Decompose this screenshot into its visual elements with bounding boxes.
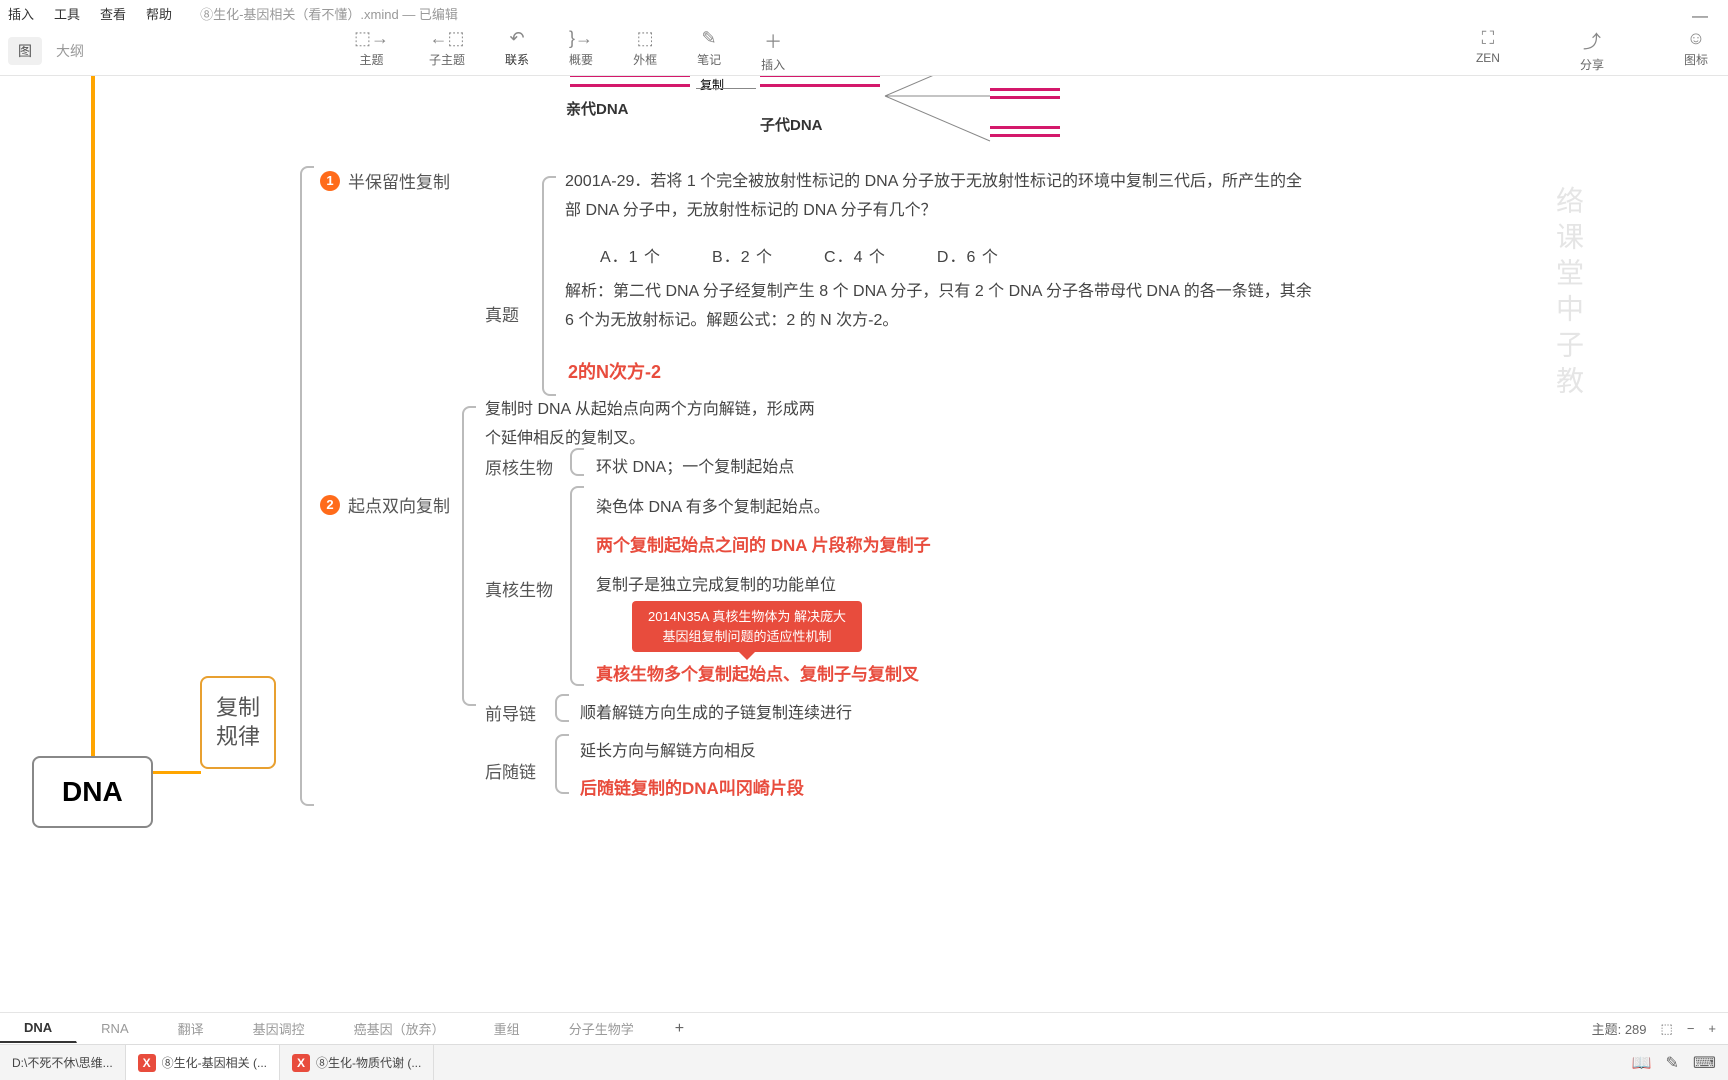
annotation-callout[interactable]: 2014N35A 真核生物体为 解决庞大基因组复制问题的适应性机制 [632, 601, 862, 652]
menu-help[interactable]: 帮助 [146, 4, 172, 23]
relation-icon: ↶ [509, 28, 524, 49]
question-options[interactable]: A．1 个 B．2 个 C．4 个 D．6 个 [600, 244, 1300, 273]
sheet-tabs: DNA RNA 翻译 基因调控 癌基因（放弃） 重组 分子生物学 + 主题: 2… [0, 1012, 1728, 1044]
file-title: ⑧生化-基因相关（看不懂）.xmind — 已编辑 [200, 4, 458, 23]
eu-sub1[interactable]: 染色体 DNA 有多个复制起始点。 [596, 494, 830, 523]
node-lagging[interactable]: 后随链 [485, 758, 536, 783]
xmind-icon: X [292, 1054, 310, 1072]
question-answer[interactable]: 解析：第二代 DNA 分子经复制产生 8 个 DNA 分子，只有 2 个 DNA… [565, 278, 1325, 336]
summary-icon: }→ [569, 28, 593, 49]
node-root[interactable]: DNA [32, 756, 153, 828]
eu-sub2[interactable]: 两个复制起始点之间的 DNA 片段称为复制子 [596, 531, 931, 556]
view-outline-tab[interactable]: 大纲 [46, 37, 94, 65]
formula[interactable]: 2的N次方-2 [568, 358, 661, 384]
node-rule[interactable]: 复制规律 [200, 676, 276, 769]
watermark: 络课堂中子教 [1548, 186, 1588, 402]
menu-view[interactable]: 查看 [100, 4, 126, 23]
connector-line [91, 76, 95, 756]
view-map-tab[interactable]: 图 [8, 37, 42, 65]
taskbar: D:\不死不休\思维... X⑧生化-基因相关 (... X⑧生化-物质代谢 (… [0, 1044, 1728, 1080]
task-path[interactable]: D:\不死不休\思维... [0, 1045, 126, 1080]
topic-icon: ⬚→ [354, 28, 389, 49]
share-icon: ⤴ [1583, 28, 1601, 54]
keyboard-icon[interactable]: ⌨ [1693, 1053, 1716, 1073]
dna-replication-diagram: 亲代DNA 复制 子代DNA [560, 76, 1120, 146]
node-b1[interactable]: 1半保留性复制 [320, 168, 450, 193]
tb-share[interactable]: ⤴分享 [1580, 28, 1604, 73]
prokaryote-sub[interactable]: 环状 DNA；一个复制起始点 [596, 454, 794, 483]
node-eukaryote[interactable]: 真核生物 [485, 576, 553, 601]
minimize-icon[interactable]: — [1692, 8, 1708, 26]
tab-molbio[interactable]: 分子生物学 [545, 1013, 659, 1044]
task-file2[interactable]: X⑧生化-物质代谢 (... [280, 1045, 434, 1080]
node-leading[interactable]: 前导链 [485, 700, 536, 725]
eu-sub3[interactable]: 复制子是独立完成复制的功能单位 [596, 572, 836, 601]
tab-onco[interactable]: 癌基因（放弃） [330, 1013, 470, 1044]
boundary-icon: ⬚ [637, 28, 654, 49]
tb-subtopic[interactable]: ←⬚子主题 [429, 28, 465, 73]
b2-intro[interactable]: 复制时 DNA 从起始点向两个方向解链，形成两个延伸相反的复制叉。 [485, 396, 825, 454]
tab-rna[interactable]: RNA [77, 1015, 153, 1042]
lagging-sub2[interactable]: 后随链复制的DNA叫冈崎片段 [580, 774, 804, 799]
task-file1[interactable]: X⑧生化-基因相关 (... [126, 1045, 280, 1080]
note-icon: ✎ [702, 28, 717, 49]
zoom-out[interactable]: − [1687, 1021, 1695, 1036]
emoji-icon: ☺ [1687, 28, 1705, 49]
menu-tools[interactable]: 工具 [54, 4, 80, 23]
tb-emoji[interactable]: ☺图标 [1684, 28, 1708, 73]
toolbar: 图 大纲 ⬚→主题 ←⬚子主题 ↶联系 }→概要 ⬚外框 ✎笔记 ＋插入 ⛶ZE… [0, 26, 1728, 76]
tb-summary[interactable]: }→概要 [569, 28, 593, 73]
eu-sub4[interactable]: 真核生物多个复制起始点、复制子与复制叉 [596, 660, 919, 685]
menubar: 插入 工具 查看 帮助 ⑧生化-基因相关（看不懂）.xmind — 已编辑 — [0, 0, 1728, 26]
add-tab-button[interactable]: + [659, 1014, 700, 1044]
zen-icon: ⛶ [1482, 28, 1495, 49]
tab-recomb[interactable]: 重组 [470, 1013, 545, 1044]
insert-icon: ＋ [764, 28, 782, 54]
node-b2[interactable]: 2起点双向复制 [320, 492, 450, 517]
tab-translate[interactable]: 翻译 [154, 1013, 229, 1044]
leading-sub[interactable]: 顺着解链方向生成的子链复制连续进行 [580, 700, 852, 729]
mindmap-canvas[interactable]: 络课堂中子教 DNA 复制规律 亲代DNA 复制 子代DNA 1半保留性复制 真… [0, 76, 1728, 1012]
tb-topic[interactable]: ⬚→主题 [354, 28, 389, 73]
tab-dna[interactable]: DNA [0, 1014, 77, 1043]
format-icon[interactable]: ✎ [1666, 1053, 1679, 1073]
question-text[interactable]: 2001A-29．若将 1 个完全被放射性标记的 DNA 分子放于无放射性标记的… [565, 168, 1315, 226]
map-icon[interactable]: ⬚ [1661, 1021, 1673, 1037]
tb-insert[interactable]: ＋插入 [761, 28, 785, 73]
tab-gene[interactable]: 基因调控 [229, 1013, 330, 1044]
xmind-icon: X [138, 1054, 156, 1072]
subtopic-icon: ←⬚ [430, 28, 465, 49]
tb-note[interactable]: ✎笔记 [697, 28, 721, 73]
tb-boundary[interactable]: ⬚外框 [633, 28, 657, 73]
book-icon[interactable]: 📖 [1632, 1053, 1652, 1073]
tb-relation[interactable]: ↶联系 [505, 28, 529, 73]
node-prokaryote[interactable]: 原核生物 [485, 454, 553, 479]
topic-count: 主题: 289 [1592, 1019, 1647, 1038]
lagging-sub1[interactable]: 延长方向与解链方向相反 [580, 738, 756, 767]
zoom-in[interactable]: + [1708, 1021, 1716, 1036]
node-b1q[interactable]: 真题 [485, 301, 519, 326]
tb-zen[interactable]: ⛶ZEN [1476, 28, 1500, 73]
menu-insert[interactable]: 插入 [8, 4, 34, 23]
